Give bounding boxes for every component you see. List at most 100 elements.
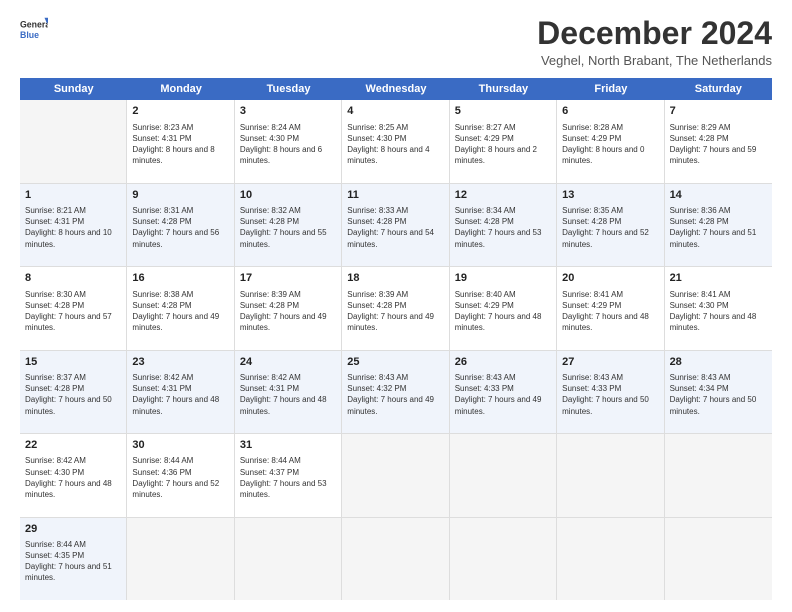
day-info: Sunrise: 8:42 AMSunset: 4:30 PMDaylight:… xyxy=(25,456,112,499)
calendar-cell: 3Sunrise: 8:24 AMSunset: 4:30 PMDaylight… xyxy=(235,100,342,182)
day-info: Sunrise: 8:37 AMSunset: 4:28 PMDaylight:… xyxy=(25,373,112,416)
day-info: Sunrise: 8:38 AMSunset: 4:28 PMDaylight:… xyxy=(132,290,219,333)
day-number: 15 xyxy=(25,355,121,370)
calendar-cell: 16 Sunrise: 8:38 AMSunset: 4:28 PMDayligh… xyxy=(127,267,234,349)
calendar-header: SundayMondayTuesdayWednesdayThursdayFrid… xyxy=(20,78,772,100)
day-number: 14 xyxy=(670,188,767,203)
day-info: Sunrise: 8:43 AMSunset: 4:34 PMDaylight:… xyxy=(670,373,757,416)
day-info: Sunrise: 8:44 AMSunset: 4:37 PMDaylight:… xyxy=(240,456,327,499)
header-day-3: Wednesday xyxy=(342,78,449,100)
day-info: Sunrise: 8:28 AMSunset: 4:29 PMDaylight:… xyxy=(562,123,644,166)
day-info: Sunrise: 8:25 AMSunset: 4:30 PMDaylight:… xyxy=(347,123,429,166)
day-info: Sunrise: 8:30 AMSunset: 4:28 PMDaylight:… xyxy=(25,290,112,333)
calendar-cell xyxy=(665,518,772,600)
svg-text:Blue: Blue xyxy=(20,30,39,40)
page: General Blue December 2024 Veghel, North… xyxy=(0,0,792,612)
header-day-4: Thursday xyxy=(450,78,557,100)
day-info: Sunrise: 8:36 AMSunset: 4:28 PMDaylight:… xyxy=(670,206,757,249)
day-number: 9 xyxy=(132,188,228,203)
day-number: 24 xyxy=(240,355,336,370)
day-info: Sunrise: 8:43 AMSunset: 4:32 PMDaylight:… xyxy=(347,373,434,416)
header-day-1: Monday xyxy=(127,78,234,100)
day-number: 23 xyxy=(132,355,228,370)
day-number: 21 xyxy=(670,271,767,286)
day-number: 10 xyxy=(240,188,336,203)
day-number: 26 xyxy=(455,355,551,370)
day-info: Sunrise: 8:42 AMSunset: 4:31 PMDaylight:… xyxy=(132,373,219,416)
day-number: 19 xyxy=(455,271,551,286)
calendar-cell: 15 Sunrise: 8:37 AMSunset: 4:28 PMDayligh… xyxy=(20,351,127,433)
calendar-cell: 17Sunrise: 8:39 AMSunset: 4:28 PMDayligh… xyxy=(235,267,342,349)
day-number: 17 xyxy=(240,271,336,286)
calendar-cell: 30Sunrise: 8:44 AMSunset: 4:36 PMDayligh… xyxy=(127,434,234,516)
day-number: 20 xyxy=(562,271,658,286)
calendar-cell xyxy=(450,518,557,600)
calendar-cell: 29 Sunrise: 8:44 AMSunset: 4:35 PMDayligh… xyxy=(20,518,127,600)
header-day-2: Tuesday xyxy=(235,78,342,100)
subtitle: Veghel, North Brabant, The Netherlands xyxy=(537,53,772,68)
day-info: Sunrise: 8:40 AMSunset: 4:29 PMDaylight:… xyxy=(455,290,542,333)
day-number: 3 xyxy=(240,104,336,119)
day-number: 27 xyxy=(562,355,658,370)
calendar-cell: 24Sunrise: 8:42 AMSunset: 4:31 PMDayligh… xyxy=(235,351,342,433)
calendar-cell: 23 Sunrise: 8:42 AMSunset: 4:31 PMDayligh… xyxy=(127,351,234,433)
day-number: 31 xyxy=(240,438,336,453)
day-info: Sunrise: 8:44 AMSunset: 4:36 PMDaylight:… xyxy=(132,456,219,499)
calendar-cell: 19 Sunrise: 8:40 AMSunset: 4:29 PMDayligh… xyxy=(450,267,557,349)
calendar-cell: 1 Sunrise: 8:21 AMSunset: 4:31 PMDaylight… xyxy=(20,184,127,266)
day-info: Sunrise: 8:43 AMSunset: 4:33 PMDaylight:… xyxy=(455,373,542,416)
day-info: Sunrise: 8:33 AMSunset: 4:28 PMDaylight:… xyxy=(347,206,434,249)
day-number: 28 xyxy=(670,355,767,370)
day-info: Sunrise: 8:32 AMSunset: 4:28 PMDaylight:… xyxy=(240,206,327,249)
svg-text:General: General xyxy=(20,19,48,29)
day-info: Sunrise: 8:41 AMSunset: 4:30 PMDaylight:… xyxy=(670,290,757,333)
day-number: 29 xyxy=(25,522,121,537)
calendar-cell: 22 Sunrise: 8:42 AMSunset: 4:30 PMDayligh… xyxy=(20,434,127,516)
calendar-cell: 12Sunrise: 8:34 AMSunset: 4:28 PMDayligh… xyxy=(450,184,557,266)
calendar-week-4: 22 Sunrise: 8:42 AMSunset: 4:30 PMDayligh… xyxy=(20,434,772,517)
day-info: Sunrise: 8:35 AMSunset: 4:28 PMDaylight:… xyxy=(562,206,649,249)
day-number: 1 xyxy=(25,188,121,203)
day-info: Sunrise: 8:21 AMSunset: 4:31 PMDaylight:… xyxy=(25,206,112,249)
calendar-cell: 31 Sunrise: 8:44 AMSunset: 4:37 PMDayligh… xyxy=(235,434,342,516)
calendar-cell xyxy=(127,518,234,600)
calendar-cell xyxy=(20,100,127,182)
calendar-cell: 6 Sunrise: 8:28 AMSunset: 4:29 PMDaylight… xyxy=(557,100,664,182)
calendar-week-1: 1 Sunrise: 8:21 AMSunset: 4:31 PMDaylight… xyxy=(20,184,772,267)
calendar-cell: 13 Sunrise: 8:35 AMSunset: 4:28 PMDayligh… xyxy=(557,184,664,266)
header: General Blue December 2024 Veghel, North… xyxy=(20,16,772,68)
title-block: December 2024 Veghel, North Brabant, The… xyxy=(537,16,772,68)
calendar-cell: 9 Sunrise: 8:31 AMSunset: 4:28 PMDaylight… xyxy=(127,184,234,266)
calendar-cell xyxy=(557,434,664,516)
calendar: SundayMondayTuesdayWednesdayThursdayFrid… xyxy=(20,78,772,600)
day-number: 16 xyxy=(132,271,228,286)
calendar-cell: 2Sunrise: 8:23 AMSunset: 4:31 PMDaylight… xyxy=(127,100,234,182)
day-number: 7 xyxy=(670,104,767,119)
calendar-cell: 4Sunrise: 8:25 AMSunset: 4:30 PMDaylight… xyxy=(342,100,449,182)
day-info: Sunrise: 8:31 AMSunset: 4:28 PMDaylight:… xyxy=(132,206,219,249)
main-title: December 2024 xyxy=(537,16,772,51)
calendar-cell: 10 Sunrise: 8:32 AMSunset: 4:28 PMDayligh… xyxy=(235,184,342,266)
calendar-cell: 26 Sunrise: 8:43 AMSunset: 4:33 PMDayligh… xyxy=(450,351,557,433)
calendar-cell: 14 Sunrise: 8:36 AMSunset: 4:28 PMDayligh… xyxy=(665,184,772,266)
calendar-cell xyxy=(342,518,449,600)
day-info: Sunrise: 8:27 AMSunset: 4:29 PMDaylight:… xyxy=(455,123,537,166)
day-info: Sunrise: 8:23 AMSunset: 4:31 PMDaylight:… xyxy=(132,123,214,166)
day-number: 22 xyxy=(25,438,121,453)
day-info: Sunrise: 8:41 AMSunset: 4:29 PMDaylight:… xyxy=(562,290,649,333)
calendar-cell: 5 Sunrise: 8:27 AMSunset: 4:29 PMDaylight… xyxy=(450,100,557,182)
calendar-cell: 20 Sunrise: 8:41 AMSunset: 4:29 PMDayligh… xyxy=(557,267,664,349)
header-day-6: Saturday xyxy=(665,78,772,100)
day-number: 5 xyxy=(455,104,551,119)
logo: General Blue xyxy=(20,16,48,44)
day-info: Sunrise: 8:43 AMSunset: 4:33 PMDaylight:… xyxy=(562,373,649,416)
day-number: 12 xyxy=(455,188,551,203)
calendar-cell: 25 Sunrise: 8:43 AMSunset: 4:32 PMDayligh… xyxy=(342,351,449,433)
day-number: 25 xyxy=(347,355,443,370)
day-number: 6 xyxy=(562,104,658,119)
day-info: Sunrise: 8:44 AMSunset: 4:35 PMDaylight:… xyxy=(25,540,112,583)
header-day-5: Friday xyxy=(557,78,664,100)
day-number: 13 xyxy=(562,188,658,203)
day-info: Sunrise: 8:39 AMSunset: 4:28 PMDaylight:… xyxy=(347,290,434,333)
day-number: 8 xyxy=(25,271,121,286)
